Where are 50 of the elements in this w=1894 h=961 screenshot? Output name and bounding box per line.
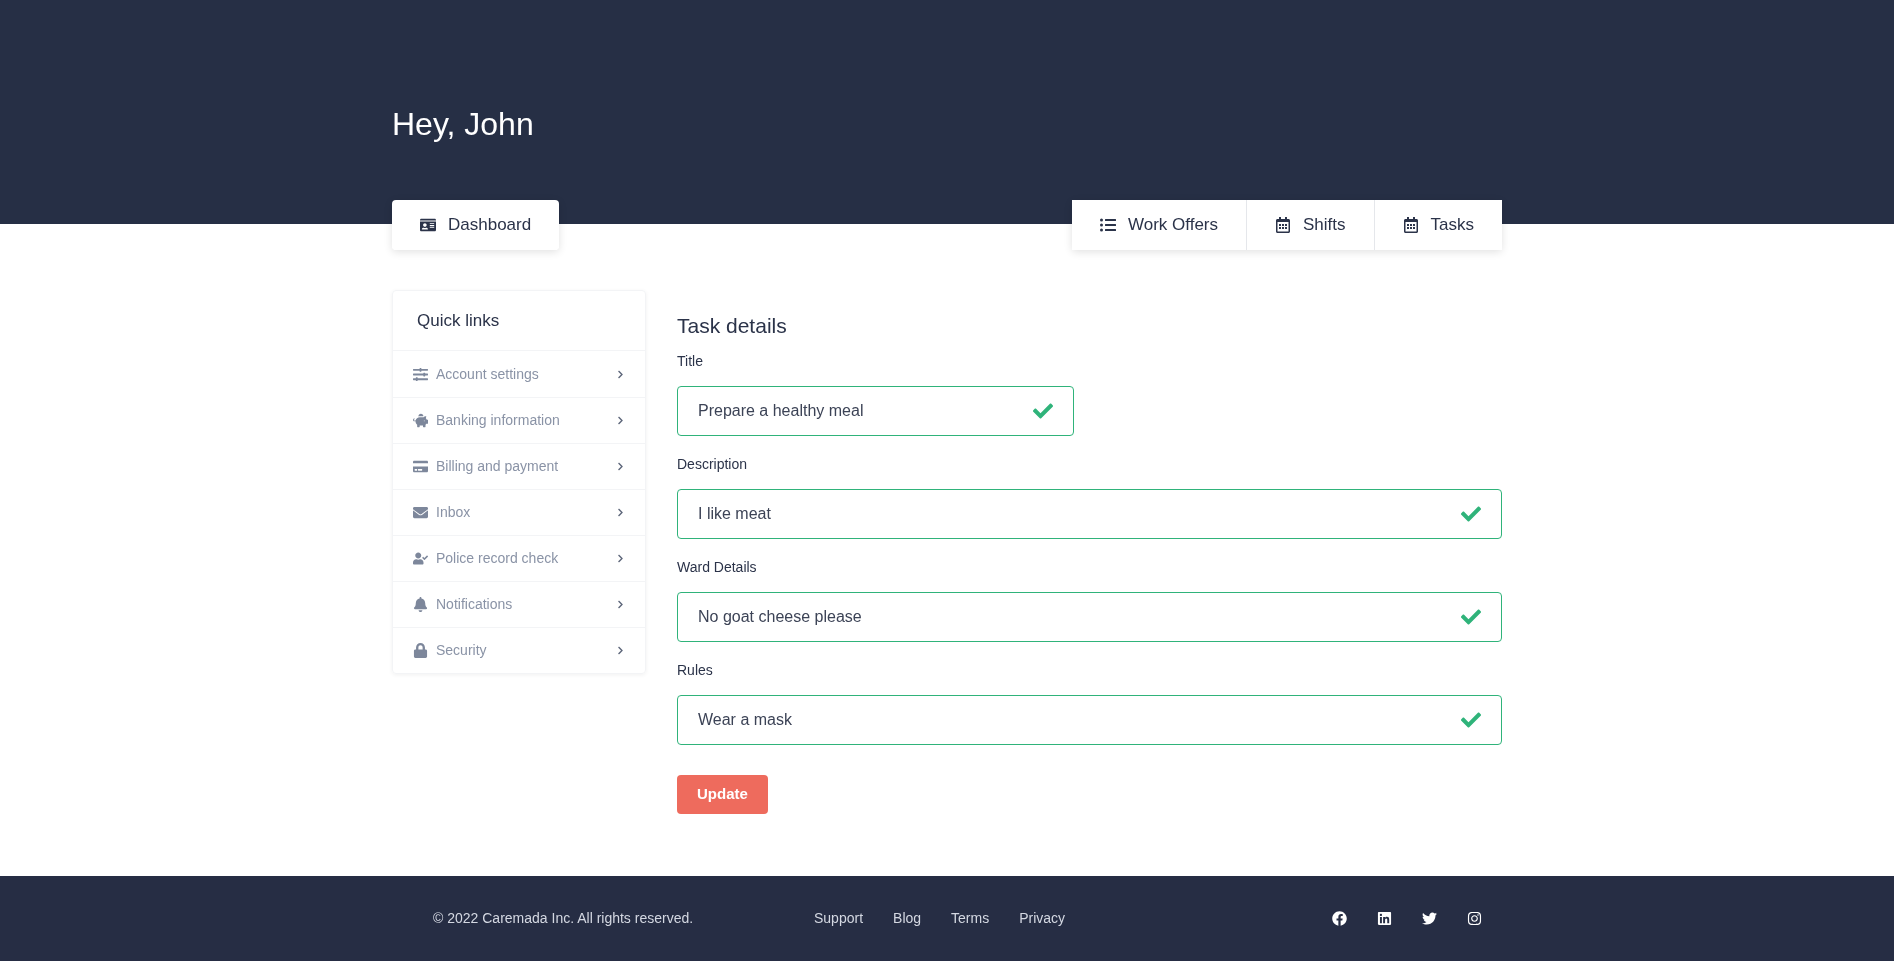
nav-tab[interactable]: Shifts [1246, 200, 1374, 250]
input-field[interactable]: Prepare a healthy meal [677, 386, 1074, 436]
check-icon [1461, 607, 1481, 627]
field-label: Rules [677, 661, 714, 680]
calendar-icon [1402, 217, 1419, 233]
nav-tab[interactable]: Work Offers [1071, 200, 1246, 250]
nav-tab[interactable]: Tasks [1373, 200, 1502, 250]
chevron-icon [616, 416, 625, 425]
chevron-icon [616, 508, 625, 517]
linkedin-icon [1377, 911, 1392, 926]
footer-link[interactable]: Privacy [1019, 908, 1066, 929]
facebook-icon [1332, 911, 1347, 926]
form-title: Task details [677, 315, 788, 336]
chevron-icon [616, 646, 625, 655]
input-field[interactable]: I like meat [677, 489, 1502, 539]
footer-link[interactable]: Support [814, 908, 864, 929]
chevron-icon [616, 600, 625, 609]
field-label: Title [677, 352, 704, 371]
instagram-icon [1467, 911, 1482, 926]
footer-link[interactable]: Blog [893, 908, 922, 929]
twitter-icon [1422, 911, 1437, 926]
check-icon [1461, 504, 1481, 524]
copyright-text: © 2022 Caremada Inc. All rights reserved. [433, 909, 695, 928]
nav-tab[interactable]: Dashboard [392, 200, 560, 250]
chevron-icon [616, 554, 625, 563]
sliders-icon [413, 366, 428, 382]
chevron-icon [616, 369, 625, 379]
field-label: Ward Details [677, 558, 758, 577]
check-icon [1461, 710, 1481, 730]
social-link[interactable] [1332, 911, 1347, 926]
greeting: Hey, John [392, 108, 535, 140]
piggy-bank-icon [413, 413, 428, 428]
social-link[interactable] [1422, 911, 1437, 926]
check-icon [1033, 401, 1053, 421]
envelope-icon [413, 505, 428, 520]
social-link[interactable] [1377, 911, 1392, 926]
social-link[interactable] [1467, 911, 1482, 926]
field-label: Description [677, 455, 749, 474]
lock-icon [413, 643, 428, 658]
bell-icon [413, 597, 428, 612]
card-title: Quick links [417, 309, 500, 332]
chevron-icon [616, 462, 625, 471]
credit-card-icon [413, 459, 428, 474]
footer-link[interactable]: Terms [951, 908, 990, 929]
list-icon [1099, 217, 1116, 233]
input-field[interactable]: No goat cheese please [677, 592, 1502, 642]
input-field[interactable]: Wear a mask [677, 695, 1502, 745]
calendar-icon [1275, 217, 1291, 233]
user-check-icon [413, 551, 428, 566]
id-card-icon [420, 217, 436, 233]
